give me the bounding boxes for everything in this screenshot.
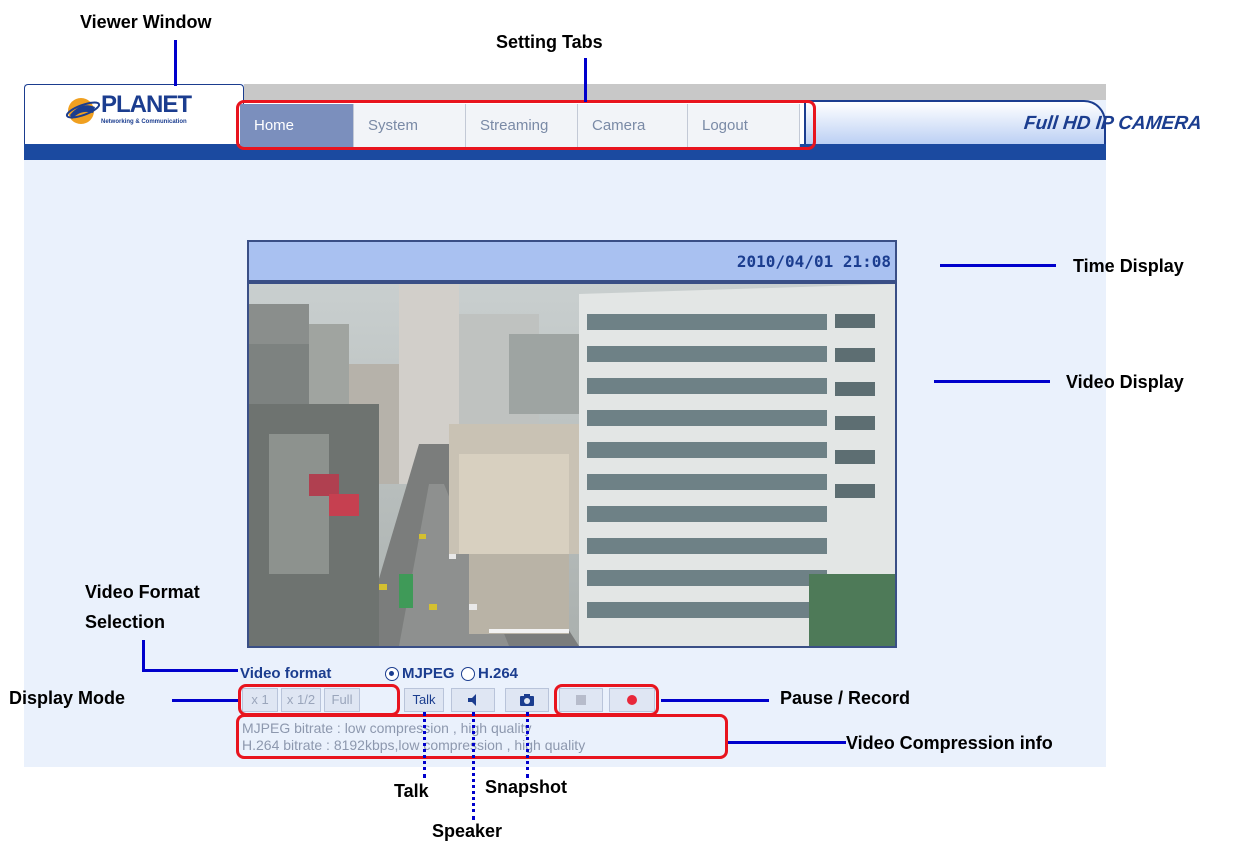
annotation-video-display: Video Display xyxy=(1066,372,1184,392)
annotation-display-mode: Display Mode xyxy=(9,688,126,708)
video-format-pointer-v xyxy=(142,640,145,671)
pause-record-pointer xyxy=(661,699,769,702)
annotation-snapshot: Snapshot xyxy=(485,777,568,797)
annotation-talk: Talk xyxy=(394,781,429,801)
viewer-window-pointer xyxy=(174,40,177,86)
setting-tabs-highlight xyxy=(236,100,816,150)
radio-mjpeg[interactable] xyxy=(385,667,399,681)
logo-name: PLANET xyxy=(101,91,192,118)
video-format-label: Video format xyxy=(240,665,332,682)
setting-tabs-pointer xyxy=(584,58,587,102)
video-display-pointer xyxy=(934,380,1050,383)
pause-record-highlight xyxy=(554,684,659,716)
snapshot-pointer xyxy=(526,712,529,778)
snapshot-button[interactable] xyxy=(505,688,549,712)
banner-title: Full HD IP CAMERA xyxy=(1023,113,1204,134)
speaker-button[interactable] xyxy=(451,688,495,712)
logo-tagline: Networking & Communication xyxy=(101,119,187,125)
option-mjpeg-label: MJPEG xyxy=(402,665,455,682)
annotation-pause-record: Pause / Record xyxy=(780,688,911,708)
video-display xyxy=(247,282,897,648)
compression-info-pointer xyxy=(728,741,846,744)
speaker-icon xyxy=(468,694,476,706)
display-mode-highlight xyxy=(238,684,400,716)
time-display-pointer xyxy=(940,264,1056,267)
time-display: 2010/04/01 21:08 xyxy=(736,252,891,271)
logo-panel: PLANET Networking & Communication xyxy=(24,84,244,152)
time-display-bar: 2010/04/01 21:08 xyxy=(247,240,897,282)
annotation-video-compression-info: Video Compression info xyxy=(846,733,1053,753)
option-h264-label: H.264 xyxy=(478,665,519,682)
talk-button[interactable]: Talk xyxy=(404,688,444,712)
radio-h264[interactable] xyxy=(461,667,475,681)
header-gray-strip xyxy=(244,84,1106,100)
annotation-video-format-line1: Video Format xyxy=(85,582,200,602)
talk-pointer xyxy=(423,712,426,778)
video-frame-image xyxy=(249,284,895,646)
annotation-viewer-window: Viewer Window xyxy=(80,12,212,32)
annotation-setting-tabs: Setting Tabs xyxy=(496,32,603,52)
planet-logo-icon xyxy=(65,98,101,124)
display-mode-pointer xyxy=(172,699,238,702)
camera-icon xyxy=(520,694,534,706)
annotation-time-display: Time Display xyxy=(1073,256,1184,276)
compression-info-highlight xyxy=(236,714,728,759)
annotation-speaker: Speaker xyxy=(432,821,503,841)
annotation-video-format-line2: Selection xyxy=(85,612,166,632)
video-format-pointer-h xyxy=(142,669,238,672)
speaker-pointer xyxy=(472,712,475,820)
